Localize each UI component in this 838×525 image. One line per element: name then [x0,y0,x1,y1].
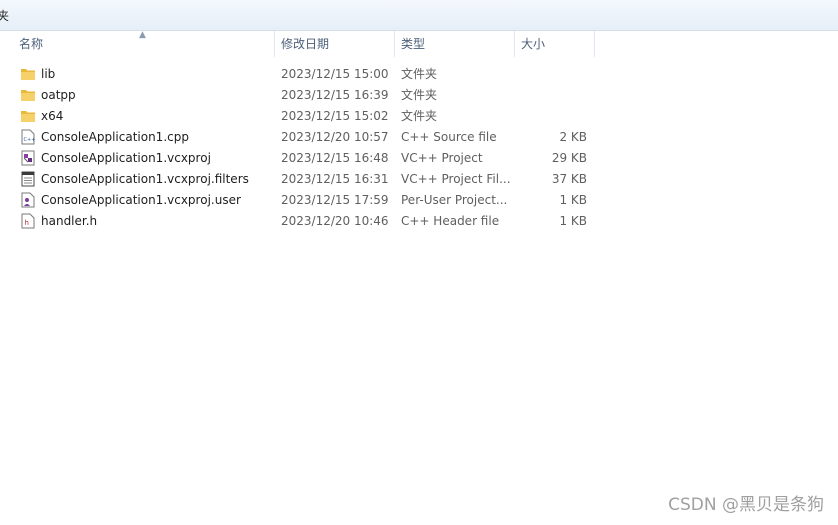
file-name: ConsoleApplication1.vcxproj.filters [41,172,249,186]
file-size: 1 KB [559,214,587,228]
file-row[interactable]: ConsoleApplication1.vcxproj.filters 2023… [16,169,606,190]
file-size: 37 KB [551,172,587,186]
file-date: 2023/12/15 16:48 [281,151,389,165]
file-row[interactable]: h handler.h 2023/12/20 10:46 C++ Header … [16,211,606,232]
folder-icon [20,106,38,127]
column-header-size[interactable]: 大小 [515,31,595,57]
column-header-date[interactable]: 修改日期 [275,31,395,57]
svg-text:C++: C++ [24,137,36,143]
file-date: 2023/12/20 10:57 [281,130,389,144]
file-name: lib [41,67,56,81]
file-type: 文件夹 [401,67,438,81]
file-size [516,64,587,85]
column-header-size-label: 大小 [521,37,546,51]
window-title-strip: 夹 [0,0,838,31]
file-date: 2023/12/15 17:59 [281,193,389,207]
column-header-bar: ▲ 名称 修改日期 类型 大小 [0,30,838,57]
file-size: 29 KB [551,151,587,165]
filters-file-icon [20,169,38,190]
file-size [516,106,587,127]
header-file-icon: h [20,211,38,232]
file-size [516,85,587,106]
file-type: VC++ Project Fil... [401,172,511,186]
column-header-name[interactable]: ▲ 名称 [13,30,275,57]
column-header-type[interactable]: 类型 [395,31,515,57]
file-type: C++ Header file [401,214,500,228]
file-row[interactable]: C++ ConsoleApplication1.cpp 2023/12/20 1… [16,127,606,148]
file-row[interactable]: ConsoleApplication1.vcxproj.user 2023/12… [16,190,606,211]
folder-icon [20,64,38,85]
file-name: ConsoleApplication1.vcxproj.user [41,193,241,207]
file-name: ConsoleApplication1.vcxproj [41,151,211,165]
column-header-date-label: 修改日期 [281,37,330,51]
column-header-type-label: 类型 [401,37,426,51]
file-name: handler.h [41,214,98,228]
file-row[interactable]: x64 2023/12/15 15:02 文件夹 [16,106,606,127]
watermark: CSDN @黑贝是条狗 [668,495,824,515]
file-type: 文件夹 [401,109,438,123]
user-file-icon [20,190,38,211]
svg-text:h: h [25,219,29,227]
file-row[interactable]: lib 2023/12/15 15:00 文件夹 [16,64,606,85]
cpp-file-icon: C++ [20,127,38,148]
file-date: 2023/12/15 16:39 [281,88,389,102]
file-row[interactable]: oatpp 2023/12/15 16:39 文件夹 [16,85,606,106]
file-name: x64 [41,109,64,123]
file-size: 2 KB [559,130,587,144]
file-date: 2023/12/15 15:00 [281,67,389,81]
file-name: oatpp [41,88,76,102]
sort-ascending-icon: ▲ [139,30,146,40]
folder-icon [20,85,38,106]
file-type: VC++ Project [401,151,483,165]
file-type: 文件夹 [401,88,438,102]
column-header-name-label: 名称 [19,37,44,51]
file-type: C++ Source file [401,130,497,144]
file-date: 2023/12/20 10:46 [281,214,389,228]
vcxproj-file-icon [20,148,38,169]
file-row[interactable]: ConsoleApplication1.vcxproj 2023/12/15 1… [16,148,606,169]
file-date: 2023/12/15 16:31 [281,172,389,186]
window-title-fragment: 夹 [0,9,10,23]
file-date: 2023/12/15 15:02 [281,109,389,123]
file-name: ConsoleApplication1.cpp [41,130,189,144]
file-size: 1 KB [559,193,587,207]
file-type: Per-User Project... [401,193,508,207]
